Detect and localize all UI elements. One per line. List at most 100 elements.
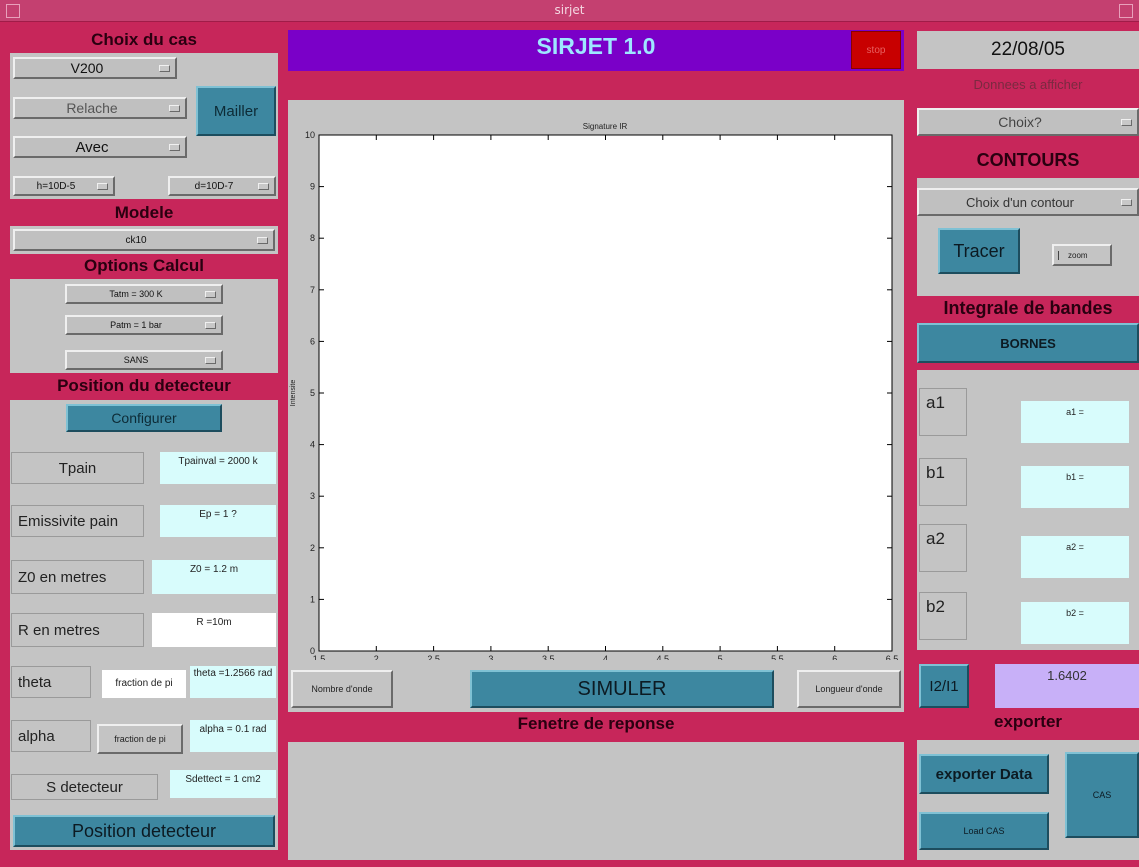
dropdown-arrow-icon <box>257 237 268 244</box>
h-select-value: h=10D-5 <box>36 180 76 192</box>
alpha-label: alpha <box>11 720 91 752</box>
donnees-label: Donnees a afficher <box>973 77 1083 92</box>
x-tick-label: 4.5 <box>657 654 670 660</box>
r-label: R en metres <box>11 613 144 647</box>
nombre-onde-button[interactable]: Nombre d'onde <box>291 670 393 708</box>
chart-ylabel: Intensite <box>290 380 297 407</box>
zoom-checkbox[interactable]: zoom <box>1052 244 1112 266</box>
d-select[interactable]: d=10D-7 <box>168 176 276 196</box>
bornes-button[interactable]: BORNES <box>917 323 1139 363</box>
modele-header: Modele <box>114 203 174 222</box>
a2-label: a2 <box>919 524 967 572</box>
response-window <box>288 742 904 860</box>
choix-select-value: Choix? <box>998 114 1042 130</box>
exporter-header: exporter <box>993 712 1063 731</box>
d-select-value: d=10D-7 <box>194 180 234 192</box>
tatm-select-value: Tatm = 300 K <box>109 289 163 299</box>
b1-value: b1 = <box>1021 466 1129 508</box>
dropdown-arrow-icon <box>1121 119 1132 126</box>
dropdown-arrow-icon <box>205 357 216 364</box>
x-tick-label: 3.5 <box>542 654 555 660</box>
y-tick-label: 3 <box>310 491 315 501</box>
dropdown-arrow-icon <box>205 322 216 329</box>
stop-button[interactable]: stop <box>851 31 901 69</box>
y-tick-label: 9 <box>310 182 315 192</box>
relache-select-value: Relache <box>66 100 118 116</box>
x-tick-label: 5.5 <box>771 654 784 660</box>
y-tick-label: 1 <box>310 594 315 604</box>
tpain-value: Tpainval = 2000 k <box>160 452 276 484</box>
configurer-button[interactable]: Configurer <box>66 404 222 432</box>
theta-fraction-button[interactable]: fraction de pi <box>102 670 186 698</box>
x-tick-label: 2.5 <box>427 654 440 660</box>
dropdown-arrow-icon <box>1121 199 1132 206</box>
theta-value: theta =1.2566 rad <box>190 666 276 698</box>
exporter-data-button[interactable]: exporter Data <box>919 754 1049 794</box>
ratio-value: 1.6402 <box>995 664 1139 708</box>
app-title: SIRJET 1.0 <box>536 33 656 59</box>
x-tick-label: 4 <box>603 654 608 660</box>
y-tick-label: 6 <box>310 336 315 346</box>
position-du-detecteur-header: Position du detecteur <box>57 376 231 395</box>
chart-title: Signature IR <box>583 122 628 131</box>
y-tick-label: 2 <box>310 543 315 553</box>
sans-select[interactable]: SANS <box>65 350 223 370</box>
y-tick-label: 4 <box>310 440 315 450</box>
window-maximize-icon[interactable] <box>1119 4 1133 18</box>
dropdown-arrow-icon <box>205 291 216 298</box>
position-detecteur-button[interactable]: Position detecteur <box>13 815 275 847</box>
s-detecteur-label: S detecteur <box>11 774 158 800</box>
relache-select[interactable]: Relache <box>13 97 187 119</box>
window-title: sirjet <box>554 3 585 17</box>
contour-select[interactable]: Choix d'un contour <box>917 188 1139 216</box>
signature-chart: Signature IR Intensite 1.5 2 2.5 3 3.5 4 4.5 5 5… <box>290 122 898 660</box>
a2-value: a2 = <box>1021 536 1129 578</box>
a1-value: a1 = <box>1021 401 1129 443</box>
tpain-label: Tpain <box>11 452 144 484</box>
avec-select[interactable]: Avec <box>13 136 187 158</box>
b2-label: b2 <box>919 592 967 640</box>
tracer-button[interactable]: Tracer <box>938 228 1020 274</box>
alpha-fraction-button[interactable]: fraction de pi <box>97 724 183 754</box>
x-tick-label: 6 <box>832 654 837 660</box>
s-detecteur-value: Sdettect = 1 cm2 <box>170 770 276 798</box>
case-select-value: V200 <box>70 60 104 76</box>
tatm-select[interactable]: Tatm = 300 K <box>65 284 223 304</box>
mailler-button[interactable]: Mailler <box>196 86 276 136</box>
simuler-button[interactable]: SIMULER <box>470 670 774 708</box>
theta-label: theta <box>11 666 91 698</box>
choix-select[interactable]: Choix? <box>917 108 1139 136</box>
longueur-onde-button[interactable]: Longueur d'onde <box>797 670 901 708</box>
integrale-de-bandes-header: Integrale de bandes <box>943 298 1113 318</box>
contour-select-value: Choix d'un contour <box>966 194 1074 210</box>
b1-label: b1 <box>919 458 967 506</box>
y-tick-label: 10 <box>305 130 315 140</box>
dropdown-arrow-icon <box>258 183 269 190</box>
case-select[interactable]: V200 <box>13 57 177 79</box>
patm-select-value: Patm = 1 bar <box>110 320 162 330</box>
contours-header: CONTOURS <box>976 150 1080 170</box>
choix-du-cas-header: Choix du cas <box>91 30 197 49</box>
y-tick-label: 0 <box>310 646 315 656</box>
a1-label: a1 <box>919 388 967 436</box>
x-tick-label: 3 <box>488 654 493 660</box>
x-tick-label: 2 <box>374 654 379 660</box>
y-tick-label: 8 <box>310 233 315 243</box>
y-tick-label: 5 <box>310 388 315 398</box>
zoom-label: zoom <box>1068 250 1088 260</box>
dropdown-arrow-icon <box>169 105 180 112</box>
patm-select[interactable]: Patm = 1 bar <box>65 315 223 335</box>
cas-button[interactable]: CAS <box>1065 752 1139 838</box>
modele-select[interactable]: ck10 <box>13 229 275 251</box>
emissivite-value: Ep = 1 ? <box>160 505 276 537</box>
dropdown-arrow-icon <box>97 183 108 190</box>
h-select[interactable]: h=10D-5 <box>13 176 115 196</box>
b2-value: b2 = <box>1021 602 1129 644</box>
checkbox-icon <box>1058 250 1065 260</box>
z0-label: Z0 en metres <box>11 560 144 594</box>
load-cas-button[interactable]: Load CAS <box>919 812 1049 850</box>
ratio-button[interactable]: I2/I1 <box>919 664 969 708</box>
sans-select-value: SANS <box>123 355 149 365</box>
r-value: R =10m <box>152 613 276 647</box>
x-tick-label: 5 <box>718 654 723 660</box>
